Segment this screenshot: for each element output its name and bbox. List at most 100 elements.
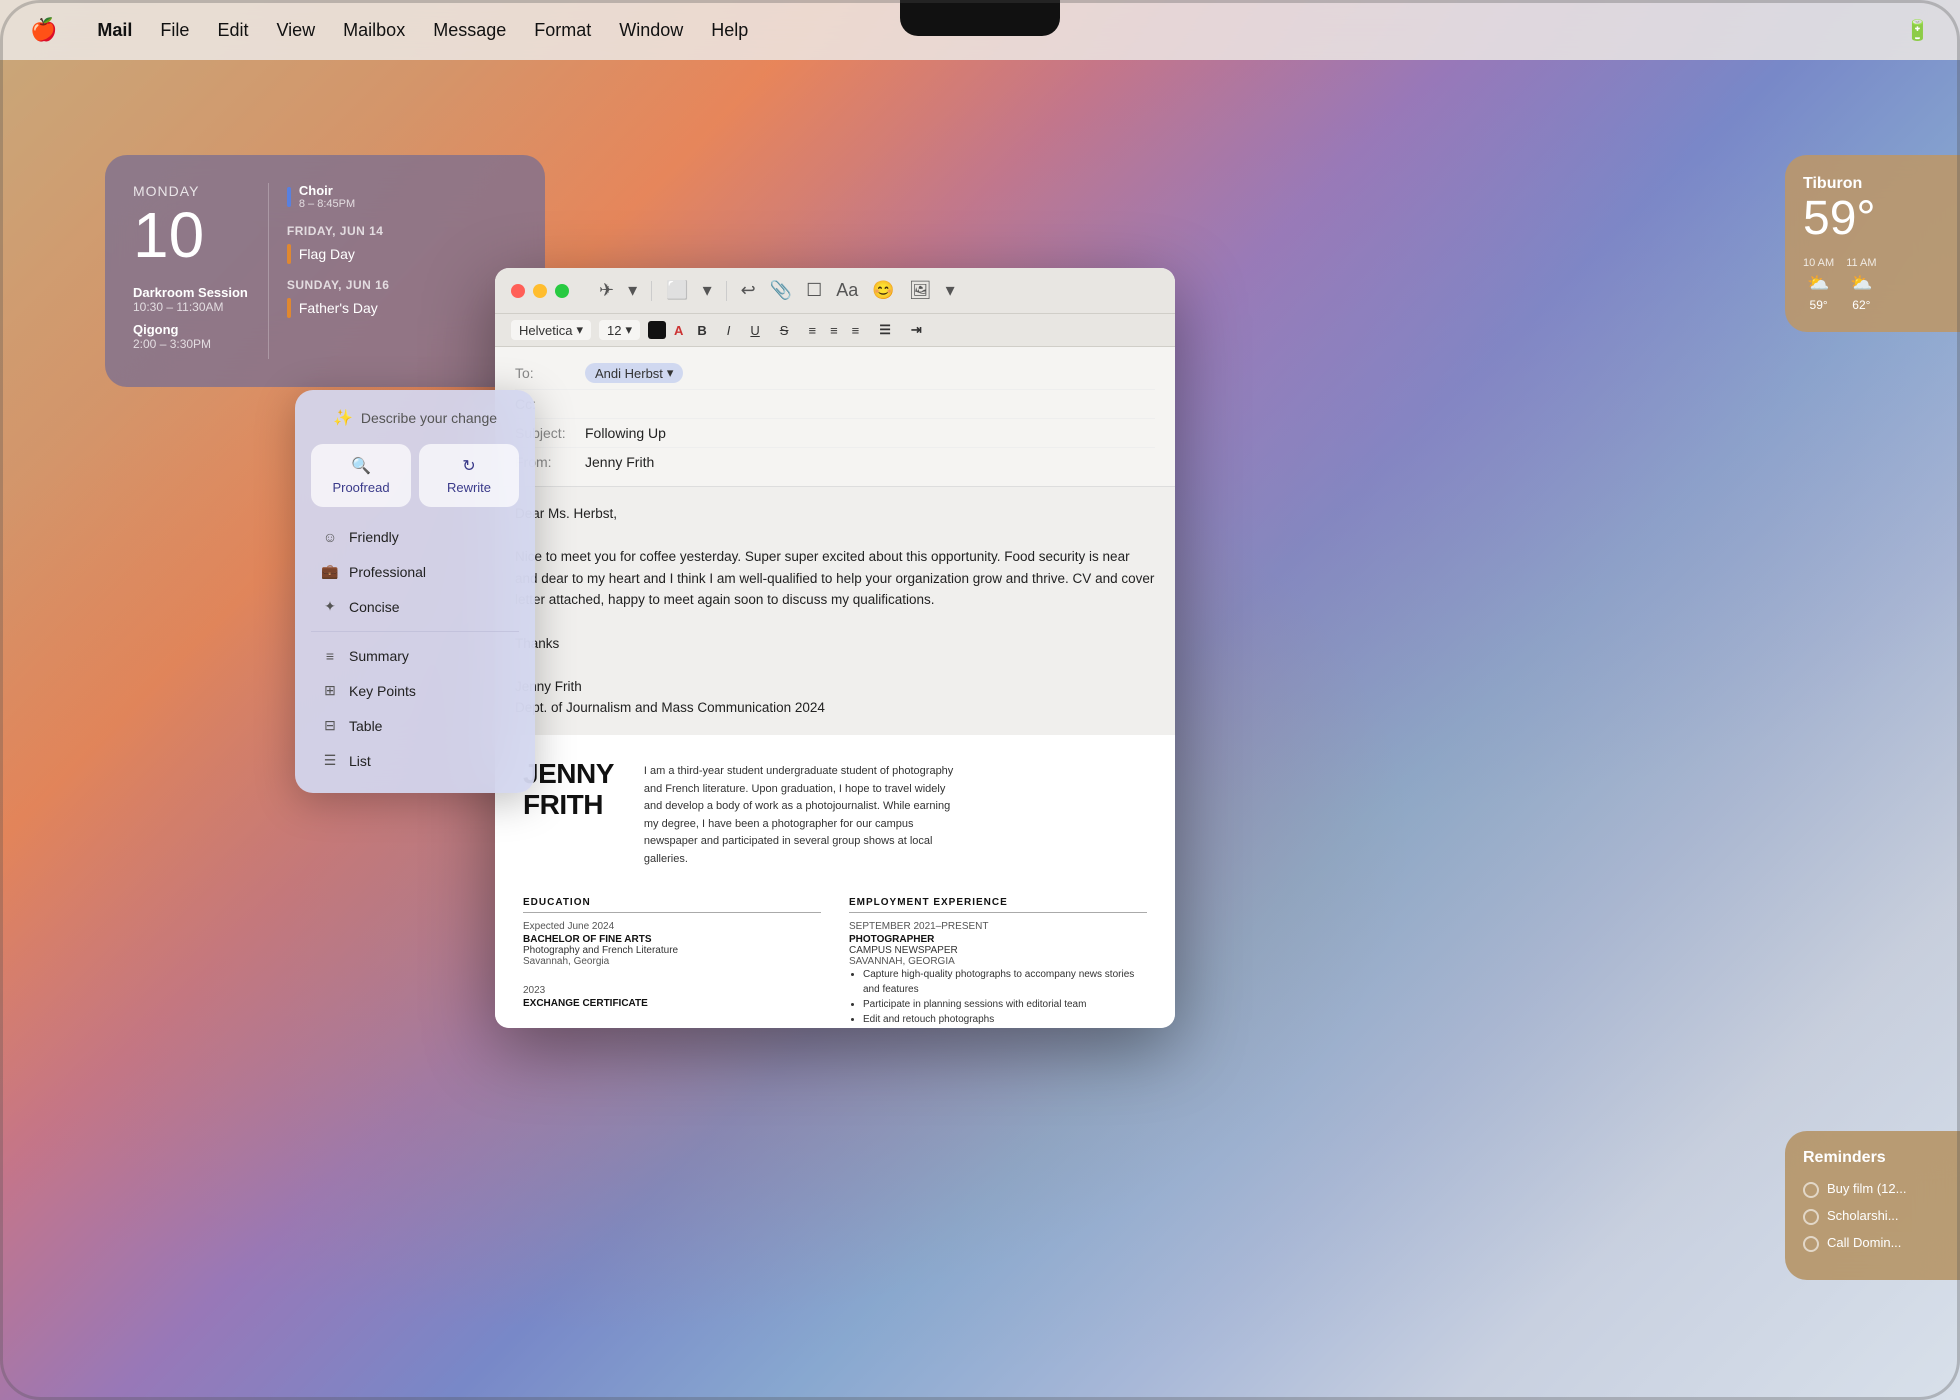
weather-hour-1-icon: ⛅ [1807,273,1829,294]
align-center-button[interactable]: ≡ [824,321,844,340]
font-name: Helvetica [519,323,572,338]
cal-section-fri: FRIDAY, JUN 14 Flag Day [287,224,517,264]
reminder-circle-1 [1803,1182,1819,1198]
menubar-mailbox[interactable]: Mailbox [331,16,417,45]
wt-action-buttons: 🔍 Proofread ↻ Rewrite [311,444,519,507]
wt-item-list[interactable]: ☰ List [311,744,519,777]
reminder-item-2: Scholarshi... [1803,1208,1942,1225]
cal-flagday-event: Flag Day [287,244,517,264]
cal-fri-date: FRIDAY, JUN 14 [287,224,517,238]
menubar-view[interactable]: View [264,16,327,45]
underline-button[interactable]: U [744,321,765,340]
reminders-widget: Reminders Buy film (12... Scholarshi... … [1785,1131,1960,1280]
cal-section-sun: SUNDAY, JUN 16 Father's Day [287,278,517,318]
send-icon[interactable]: ✈ [599,280,614,301]
cal-dot-choir [287,187,291,207]
weather-hour-2-icon: ⛅ [1850,273,1872,294]
italic-button[interactable]: I [721,321,737,340]
wt-item-friendly[interactable]: ☺ Friendly [311,521,519,553]
font-size-selector[interactable]: 12 ▾ [599,320,640,340]
mail-attachment-area: JENNY FRITH I am a third-year student un… [495,735,1175,1028]
wt-item-concise[interactable]: ✦ Concise [311,590,519,623]
strikethrough-button[interactable]: S [774,321,795,340]
wt-item-summary[interactable]: ≡ Summary [311,640,519,672]
font-icon[interactable]: Aa [836,280,858,301]
resume-edu-1-date: Expected June 2024 [523,921,821,932]
from-field-icon[interactable]: ⬜ [666,280,688,301]
mail-toolbar: ✈ ▾ ⬜ ▾ ↩ 📎 ☐ Aa 😊 🖼 ▾ [495,268,1175,314]
toolbar-sep-2 [726,281,727,301]
menubar-window[interactable]: Window [607,16,695,45]
font-selector[interactable]: Helvetica ▾ [511,320,591,340]
resume-edu-2-date: 2023 [523,985,821,996]
rewrite-icon: ↻ [462,456,475,476]
menubar-format[interactable]: Format [522,16,603,45]
toolbar-sep-1 [651,281,652,301]
font-color-swatch[interactable] [648,321,666,339]
attachment-icon[interactable]: 📎 [770,280,792,301]
align-right-button[interactable]: ≡ [846,321,866,340]
cal-fathersday-label: Father's Day [299,300,378,316]
mail-header: To: Andi Herbst ▾ Cc: Subject: Following… [495,347,1175,487]
undo-icon[interactable]: ↩ [741,280,756,301]
summary-label: Summary [349,648,409,664]
friendly-icon: ☺ [321,529,339,545]
mail-signature-title: Dept. of Journalism and Mass Communicati… [515,697,1155,719]
resume-education-col: EDUCATION Expected June 2024 BACHELOR OF… [523,897,821,1029]
font-color-icon[interactable]: A [674,323,683,338]
wt-item-keypoints[interactable]: ⊞ Key Points [311,674,519,707]
reminder-circle-3 [1803,1236,1819,1252]
apple-menu-icon[interactable]: 🍎 [30,17,57,43]
maximize-button[interactable] [555,284,569,298]
close-button[interactable] [511,284,525,298]
mail-signature-name: Jenny Frith [515,676,1155,698]
cc-field[interactable]: Cc: [515,390,1155,419]
bold-button[interactable]: B [691,321,712,340]
proofread-button[interactable]: 🔍 Proofread [311,444,411,507]
resume-edu-2-degree: EXCHANGE CERTIFICATE [523,998,821,1009]
menubar-items: Mail File Edit View Mailbox Message Form… [85,16,760,45]
indent-button[interactable]: ⇥ [905,320,928,340]
to-label: To: [515,365,585,381]
mail-paragraph-1: Nice to meet you for coffee yesterday. S… [515,546,1155,611]
weather-hour-2: 11 AM ⛅ 62° [1846,257,1876,312]
summary-icon: ≡ [321,648,339,664]
recipient-chip[interactable]: Andi Herbst ▾ [585,363,683,383]
wt-header: ✨ Describe your change [311,408,519,428]
emoji-icon[interactable]: 😊 [872,280,894,301]
photo-icon[interactable]: ☐ [806,280,822,301]
list-format-button[interactable]: ☰ [873,320,897,340]
wt-item-table[interactable]: ⊟ Table [311,709,519,742]
menubar-app-name[interactable]: Mail [85,16,144,45]
menubar-message[interactable]: Message [421,16,518,45]
mail-body: Dear Ms. Herbst, Nice to meet you for co… [495,487,1175,1028]
resume-name: JENNY FRITH [523,759,614,821]
menubar-edit[interactable]: Edit [205,16,260,45]
media-icon[interactable]: 🖼 [909,280,932,301]
mail-body-text[interactable]: Dear Ms. Herbst, Nice to meet you for co… [495,487,1175,735]
menubar-help[interactable]: Help [699,16,760,45]
resume-education-title: EDUCATION [523,897,821,913]
rewrite-button[interactable]: ↻ Rewrite [419,444,519,507]
font-size-value: 12 [607,323,621,338]
resume-edu-1-location: Savannah, Georgia [523,956,821,967]
notch [900,0,1060,36]
font-chevron: ▾ [576,322,583,338]
resume-header-row: JENNY FRITH I am a third-year student un… [523,759,1147,869]
from-field-dropdown[interactable]: ▾ [703,280,712,301]
menubar-file[interactable]: File [148,16,201,45]
minimize-button[interactable] [533,284,547,298]
mail-closing: Thanks [515,633,1155,655]
proofread-label: Proofread [332,480,389,495]
send-dropdown-icon[interactable]: ▾ [628,280,637,301]
mail-window: ✈ ▾ ⬜ ▾ ↩ 📎 ☐ Aa 😊 🖼 ▾ Helvetica ▾ 12 ▾ … [495,268,1175,1028]
weather-hour-2-temp: 62° [1852,298,1870,312]
cal-dot-flagday [287,244,291,264]
subject-value[interactable]: Following Up [585,425,666,441]
wt-item-professional[interactable]: 💼 Professional [311,555,519,588]
align-group: ≡ ≡ ≡ [802,321,865,340]
media-dropdown[interactable]: ▾ [946,280,955,301]
resume-employment-title: EMPLOYMENT EXPERIENCE [849,897,1147,913]
align-left-button[interactable]: ≡ [802,321,822,340]
resume-bio: I am a third-year student undergraduate … [644,759,964,869]
